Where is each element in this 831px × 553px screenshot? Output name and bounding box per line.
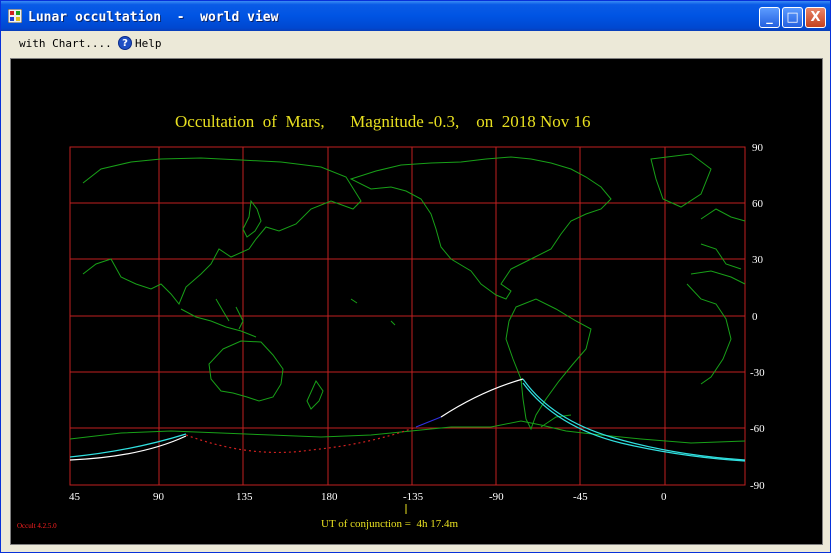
lat-label: 0 [752,311,758,323]
longitude-labels: 45 90 135 180 -135 -90 -45 0 [69,491,667,503]
lon-label: 0 [661,491,667,503]
lon-label: 90 [153,491,165,503]
app-icon [8,9,22,23]
lon-label: -45 [573,491,588,503]
menu-help[interactable]: Help [135,37,162,50]
close-button[interactable]: X [805,7,826,28]
lon-label: 45 [69,491,81,503]
maximize-button[interactable]: □ [782,7,803,28]
lat-label: 30 [752,254,764,266]
lon-label: 180 [321,491,338,503]
lat-label: -30 [750,367,765,379]
lon-label: -135 [403,491,424,503]
minimize-button[interactable]: _ [759,7,780,28]
help-icon[interactable]: ? [118,36,132,50]
menu-with-chart[interactable]: with Chart.... [19,37,112,50]
coastlines [69,153,746,444]
lat-label: 60 [752,198,764,210]
app-window: Lunar occultation - world view _ □ X wit… [0,0,831,553]
title-bar[interactable]: Lunar occultation - world view _ □ X [1,1,830,31]
lon-label: 135 [236,491,253,503]
lat-label: -90 [750,480,765,492]
chart-title: Occultation of Mars, Magnitude -0.3, on … [175,112,591,131]
version-text: Occult 4.2.5.0 [17,522,57,530]
latitude-labels: 90 60 30 0 -30 -60 -90 [750,142,765,492]
world-map-canvas[interactable]: Occultation of Mars, Magnitude -0.3, on … [10,58,823,545]
lat-label: -60 [750,423,765,435]
close-icon: X [810,10,821,25]
map-grid [69,146,746,486]
minimize-icon: _ [766,10,773,25]
world-map-svg: Occultation of Mars, Magnitude -0.3, on … [17,112,765,530]
lon-label: -90 [489,491,504,503]
maximize-icon: □ [786,10,799,25]
lat-label: 90 [752,142,764,154]
window-title: Lunar occultation - world view [28,10,279,25]
conjunction-text: UT of conjunction = 4h 17.4m [321,518,459,530]
occultation-path [69,378,746,462]
